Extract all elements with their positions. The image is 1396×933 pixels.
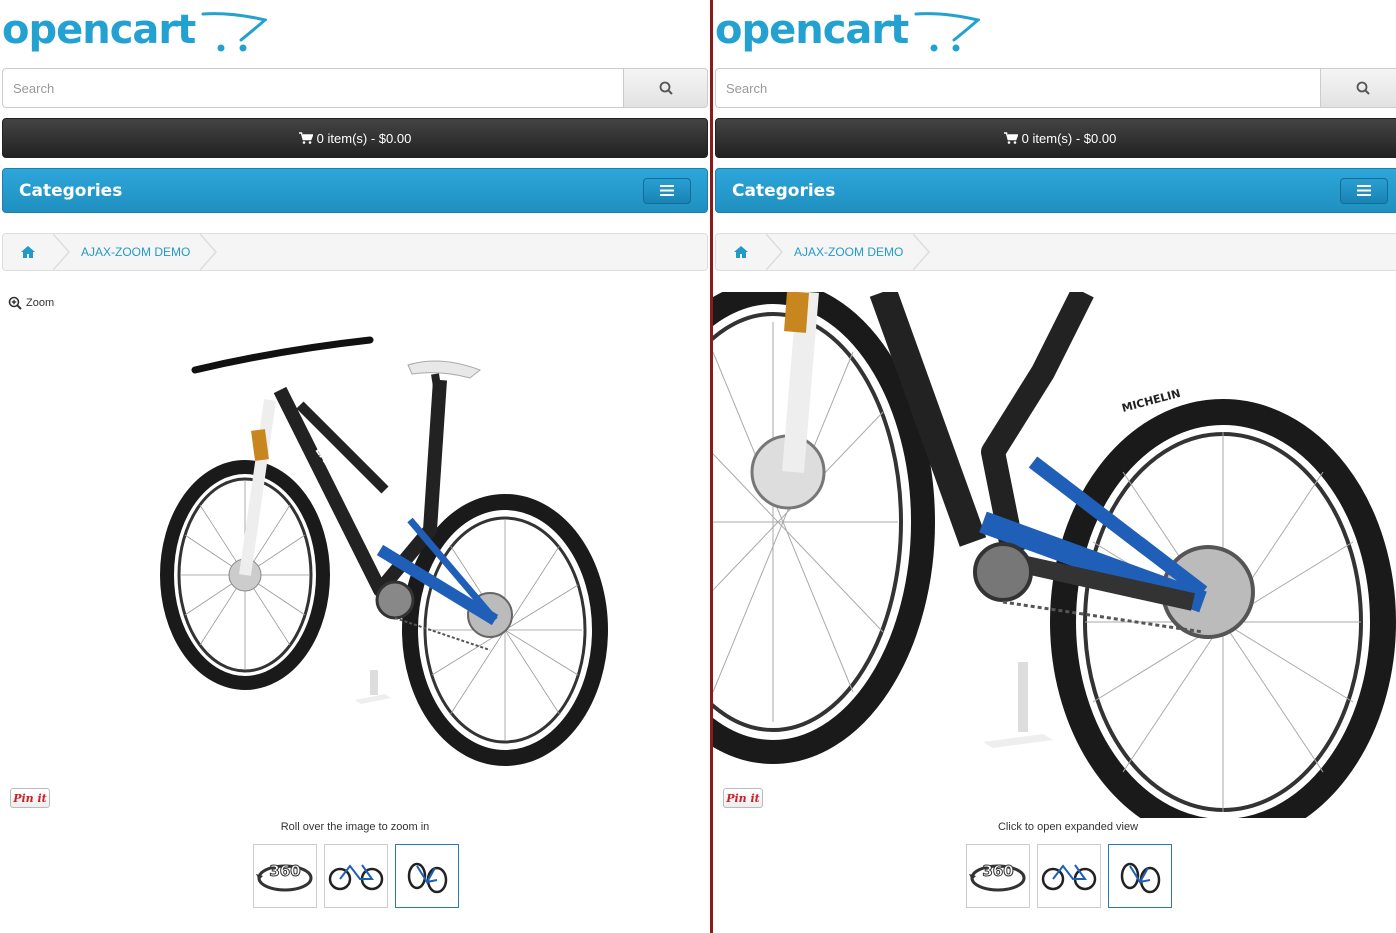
bike-side-icon	[1041, 864, 1097, 891]
thumbnail-360-text: 360	[982, 862, 1013, 880]
home-icon	[21, 246, 35, 258]
zoom-button[interactable]: Zoom	[8, 296, 54, 310]
thumbnail-360-text: 360	[269, 862, 300, 880]
cart-button[interactable]: 0 item(s) - $0.00	[2, 118, 708, 158]
bike-side-icon	[328, 864, 384, 891]
zoom-in-icon	[8, 296, 22, 310]
breadcrumb-item-ajax-zoom-demo[interactable]: AJAX-ZOOM DEMO	[71, 245, 200, 259]
breadcrumb-separator	[53, 234, 71, 270]
left-panel: opencart Search 0 item(s) - $0.00 Catego…	[0, 0, 710, 933]
product-image-full-bike[interactable]: LAPIERRE	[150, 330, 620, 770]
shopping-cart-icon	[298, 132, 313, 144]
zoom-label: Zoom	[26, 297, 55, 309]
cart-total: 0 item(s) - $0.00	[316, 130, 412, 146]
bike-angle-icon	[407, 862, 448, 894]
logo-text: opencart	[715, 7, 909, 53]
zoom-hint: Roll over the image to zoom in	[280, 821, 430, 833]
thumbnail-bike-side[interactable]	[1037, 844, 1101, 908]
search-bar: Search	[715, 68, 1396, 108]
cart-button[interactable]: 0 item(s) - $0.00	[715, 118, 1396, 158]
breadcrumb-home[interactable]	[716, 234, 766, 270]
logo-text: opencart	[2, 7, 196, 53]
breadcrumb: AJAX-ZOOM DEMO	[715, 233, 1396, 271]
pinit-button[interactable]: Pin it	[723, 788, 763, 808]
thumbnail-list: 360	[966, 844, 1172, 908]
categories-bar[interactable]: Categories	[715, 168, 1396, 213]
search-input[interactable]: Search	[715, 68, 1320, 108]
thumbnail-360-view[interactable]: 360	[253, 844, 317, 908]
search-button[interactable]	[1320, 68, 1396, 108]
breadcrumb: AJAX-ZOOM DEMO	[2, 233, 708, 271]
search-icon	[1356, 81, 1370, 95]
shopping-cart-icon	[1003, 132, 1018, 144]
breadcrumb-separator	[766, 234, 784, 270]
search-icon	[659, 81, 673, 95]
cart-total: 0 item(s) - $0.00	[1021, 130, 1117, 146]
menu-toggle-button[interactable]	[643, 177, 691, 204]
expand-hint: Click to open expanded view	[997, 821, 1139, 833]
hamburger-icon	[660, 185, 674, 196]
categories-title: Categories	[19, 180, 123, 201]
thumbnail-list: 360	[253, 844, 459, 908]
menu-toggle-button[interactable]	[1340, 177, 1388, 204]
cart-logo-icon	[201, 12, 268, 52]
breadcrumb-separator	[913, 234, 931, 270]
360-icon: 360	[969, 862, 1026, 892]
breadcrumb-item-ajax-zoom-demo[interactable]: AJAX-ZOOM DEMO	[784, 245, 913, 259]
pinit-button[interactable]: Pin it	[10, 788, 50, 808]
categories-bar[interactable]: Categories	[2, 168, 708, 213]
product-image-zoomed[interactable]: MICHELIN LAPIERRE	[713, 292, 1396, 818]
thumbnail-bike-front[interactable]	[395, 844, 459, 908]
thumbnail-bike-side[interactable]	[324, 844, 388, 908]
360-icon: 360	[256, 862, 313, 892]
hamburger-icon	[1357, 185, 1371, 196]
search-button[interactable]	[623, 68, 708, 108]
home-icon	[734, 246, 748, 258]
rear-wheel	[402, 494, 608, 766]
categories-title: Categories	[732, 180, 836, 201]
bike-angle-icon	[1120, 862, 1161, 894]
right-panel: opencart Search 0 item(s) - $0.00 Catego…	[713, 0, 1396, 933]
breadcrumb-home[interactable]	[3, 234, 53, 270]
logo[interactable]: opencart	[2, 4, 268, 60]
search-bar: Search	[2, 68, 708, 108]
thumbnail-360-view[interactable]: 360	[966, 844, 1030, 908]
logo[interactable]: opencart	[715, 4, 981, 60]
thumbnail-bike-front[interactable]	[1108, 844, 1172, 908]
cart-logo-icon	[914, 12, 981, 52]
search-input[interactable]: Search	[2, 68, 623, 108]
breadcrumb-separator	[200, 234, 218, 270]
bike-frame: LAPIERRE	[191, 336, 499, 651]
